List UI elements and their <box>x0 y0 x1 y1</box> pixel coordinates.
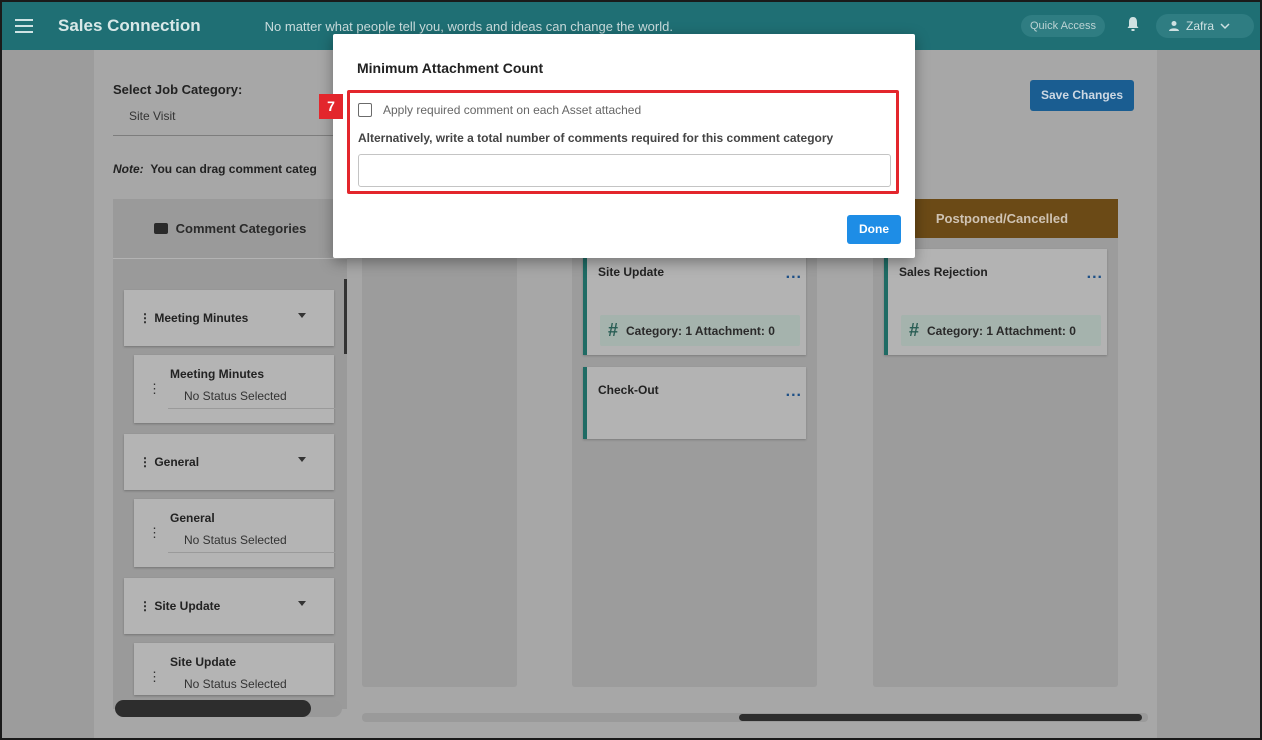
card-title: Site Update <box>598 265 665 279</box>
comment-icon <box>153 223 168 234</box>
step-number-badge: 7 <box>319 94 343 119</box>
save-changes-button[interactable]: Save Changes <box>1030 80 1134 111</box>
drag-handle-icon[interactable]: ⋮ <box>148 669 161 685</box>
hash-icon: # <box>909 320 920 340</box>
category-group-general[interactable]: ⋮ General <box>124 434 334 490</box>
divider <box>168 408 344 409</box>
divider <box>168 552 344 553</box>
category-group-meeting-minutes[interactable]: ⋮ Meeting Minutes <box>124 290 334 346</box>
category-item-title: General <box>170 511 215 525</box>
category-item-title: Meeting Minutes <box>170 367 265 381</box>
badge-text: Category: 1 Attachment: 0 <box>927 323 1076 338</box>
chevron-down-icon <box>1220 23 1230 30</box>
scrollbar-thumb[interactable] <box>739 714 1142 721</box>
card-site-update[interactable]: Site Update ... # Category: 1 Attachment… <box>583 249 806 355</box>
postponed-cancelled-header: Postponed/Cancelled <box>886 199 1118 238</box>
apply-comment-label[interactable]: Apply required comment on each Asset att… <box>383 103 641 117</box>
done-button[interactable]: Done <box>847 215 901 244</box>
caret-down-icon[interactable] <box>298 313 306 318</box>
job-category-label: Select Job Category: <box>113 82 243 97</box>
status-column-1 <box>362 199 517 687</box>
user-menu[interactable]: Zafra <box>1156 14 1254 38</box>
group-label: ⋮ Meeting Minutes <box>139 311 249 325</box>
card-check-out[interactable]: Check-Out ... <box>583 367 806 439</box>
category-item-status: No Status Selected <box>184 533 287 547</box>
category-item-status: No Status Selected <box>184 389 287 403</box>
category-attachment-badge: # Category: 1 Attachment: 0 <box>600 315 800 346</box>
scrollbar-thumb[interactable] <box>115 700 311 717</box>
badge-text: Category: 1 Attachment: 0 <box>626 323 775 338</box>
user-name: Zafra <box>1186 19 1215 33</box>
category-item-general[interactable]: General ⋮ No Status Selected <box>134 499 344 567</box>
group-label: ⋮ General <box>139 455 200 469</box>
drag-handle-icon[interactable]: ⋮ <box>148 381 161 397</box>
more-options-icon[interactable]: ... <box>1087 265 1103 283</box>
card-title: Check-Out <box>598 383 659 397</box>
quick-access-button[interactable]: Quick Access <box>1021 15 1106 37</box>
card-title: Sales Rejection <box>899 265 988 279</box>
job-category-underline <box>113 135 333 136</box>
group-label: ⋮ Site Update <box>139 599 221 613</box>
category-item-title: Site Update <box>170 655 237 669</box>
category-item-site-update[interactable]: Site Update ⋮ No Status Selected <box>134 643 334 695</box>
category-item-status: No Status Selected <box>184 677 287 691</box>
drag-handle-icon[interactable]: ⋮ <box>148 525 161 541</box>
note-text: Note: You can drag comment categ <box>113 162 333 176</box>
user-icon <box>1169 21 1179 31</box>
apply-comment-checkbox[interactable] <box>358 103 372 117</box>
more-options-icon[interactable]: ... <box>786 265 802 283</box>
more-options-icon[interactable]: ... <box>786 383 802 401</box>
caret-down-icon[interactable] <box>298 457 306 462</box>
bell-icon[interactable] <box>1126 16 1140 32</box>
caret-down-icon[interactable] <box>298 601 306 606</box>
category-group-site-update[interactable]: ⋮ Site Update <box>124 578 334 634</box>
note-prefix: Note: <box>113 162 144 176</box>
categories-vertical-scrollbar[interactable] <box>344 279 347 354</box>
total-comments-input[interactable] <box>358 154 891 187</box>
comment-categories-title: Comment Categories <box>175 221 307 236</box>
dialog-title: Minimum Attachment Count <box>357 60 544 76</box>
card-sales-rejection[interactable]: Sales Rejection ... # Category: 1 Attach… <box>884 249 1107 355</box>
note-body: You can drag comment categ <box>150 162 317 176</box>
category-attachment-badge: # Category: 1 Attachment: 0 <box>901 315 1101 346</box>
comment-categories-header: Comment Categories <box>113 199 347 259</box>
category-item-meeting-minutes[interactable]: Meeting Minutes ⋮ No Status Selected <box>134 355 344 423</box>
app-tagline: No matter what people tell you, words an… <box>264 18 673 34</box>
app-window: Sales Connection No matter what people t… <box>0 0 1262 740</box>
hamburger-menu-icon[interactable] <box>2 2 46 50</box>
board-horizontal-scrollbar[interactable] <box>362 713 1148 722</box>
app-brand[interactable]: Sales Connection <box>58 16 201 36</box>
hash-icon: # <box>608 320 619 340</box>
categories-horizontal-scrollbar[interactable] <box>115 700 342 717</box>
total-comments-label: Alternatively, write a total number of c… <box>358 131 834 145</box>
job-category-select[interactable]: Site Visit <box>129 109 175 123</box>
